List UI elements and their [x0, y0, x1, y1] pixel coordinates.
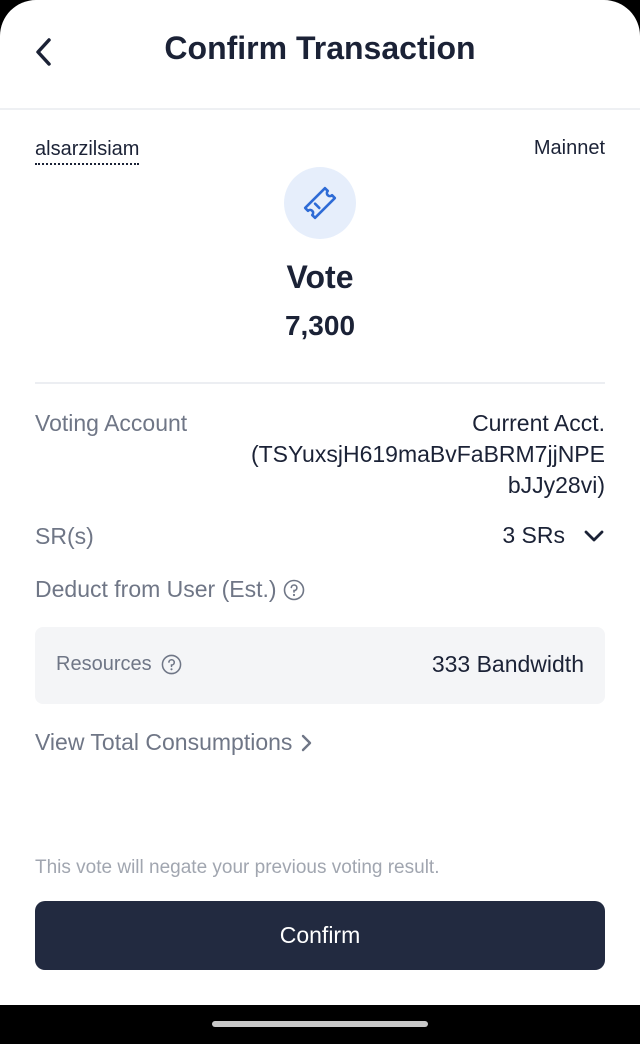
resources-row: Resources — [56, 653, 182, 676]
view-total-label: View Total Consumptions — [35, 729, 293, 755]
srs-label: SR(s) — [35, 523, 94, 549]
transaction-icon-badge — [284, 167, 356, 239]
confirm-button[interactable]: Confirm — [35, 901, 605, 970]
chevron-down-icon — [584, 530, 604, 541]
voting-account-line: (TSYuxsjH619maBvFaBRM7jjNPE — [250, 441, 605, 467]
deduct-from-user-row: Deduct from User (Est.) — [35, 576, 305, 603]
voting-account-line: Current Acct. — [472, 410, 605, 436]
question-circle-icon[interactable] — [161, 654, 182, 675]
question-circle-icon[interactable] — [283, 579, 305, 601]
voting-account-line: bJJy28vi) — [507, 472, 605, 498]
voting-account-label: Voting Account — [35, 410, 188, 436]
deduct-label: Deduct from User (Est.) — [35, 576, 277, 602]
srs-value: 3 SRs — [502, 522, 565, 548]
transaction-amount: 7,300 — [284, 310, 356, 341]
transaction-type: Vote — [286, 259, 354, 295]
ticket-icon — [303, 186, 337, 220]
resources-value: 333 Bandwidth — [431, 651, 584, 677]
account-name[interactable]: alsarzilsiam — [35, 138, 140, 165]
voting-account-value: Current Acct. (TSYuxsjH619maBvFaBRM7jjNP… — [251, 408, 605, 501]
home-indicator[interactable] — [212, 1021, 428, 1027]
page-title: Confirm Transaction — [164, 30, 476, 66]
chevron-right-icon — [302, 734, 312, 751]
srs-dropdown[interactable]: 3 SRs — [502, 522, 605, 549]
network-label: Mainnet — [533, 137, 605, 159]
resources-box: Resources 333 Bandwidth — [35, 627, 605, 704]
resources-label: Resources — [56, 653, 152, 675]
confirm-transaction-sheet: Confirm Transaction alsarzilsiam Mainnet… — [0, 0, 640, 1005]
divider — [35, 382, 605, 384]
vote-notice: This vote will negate your previous voti… — [35, 857, 440, 878]
header: Confirm Transaction — [0, 0, 640, 110]
view-total-consumptions-link[interactable]: View Total Consumptions — [35, 729, 314, 756]
